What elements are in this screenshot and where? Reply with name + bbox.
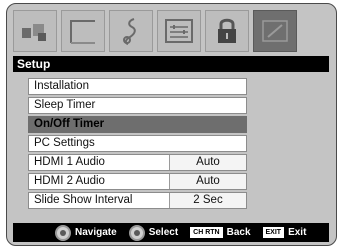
menu-item-on-off-timer[interactable]: On/Off Timer	[28, 116, 247, 133]
menu-icon-bar	[13, 10, 301, 52]
footer-help-bar: Navigate Select CH RTN Back EXIT Exit	[13, 223, 329, 242]
menu-item-label: HDMI 2 Audio	[34, 175, 105, 187]
back-hint: CH RTN Back	[190, 227, 251, 238]
navigate-hint: Navigate	[55, 224, 117, 241]
picture-icon[interactable]	[13, 10, 57, 52]
menu-item-label: HDMI 1 Audio	[34, 156, 105, 168]
exit-hint: EXIT Exit	[262, 227, 307, 238]
menu-item-hdmi-1-audio[interactable]: HDMI 1 Audio Auto	[28, 154, 247, 171]
menu-item-slide-show-interval[interactable]: Slide Show Interval 2 Sec	[28, 192, 247, 209]
menu-item-label: Slide Show Interval	[34, 194, 133, 206]
display-icon[interactable]	[61, 10, 105, 52]
navigate-dpad-icon	[55, 224, 71, 241]
navigate-label: Navigate	[75, 227, 117, 238]
select-label: Select	[148, 227, 179, 238]
menu-item-label: On/Off Timer	[34, 118, 105, 130]
menu-item-value[interactable]: Auto	[170, 155, 246, 170]
menu-item-label: Installation	[34, 80, 89, 92]
menu-item-value[interactable]: 2 Sec	[170, 193, 246, 208]
menu-item-sleep-timer[interactable]: Sleep Timer	[28, 97, 247, 114]
music-note-icon[interactable]	[109, 10, 153, 52]
select-hint: Select	[128, 224, 179, 241]
select-button-icon	[128, 224, 145, 241]
menu-item-label: Sleep Timer	[34, 99, 96, 111]
menu-item-pc-settings[interactable]: PC Settings	[28, 135, 247, 152]
menu-item-hdmi-2-audio[interactable]: HDMI 2 Audio Auto	[28, 173, 247, 190]
setup-icon[interactable]	[253, 10, 297, 52]
menu-item-label: PC Settings	[34, 137, 95, 149]
ch-rtn-key-icon: CH RTN	[190, 227, 223, 238]
menu-item-value[interactable]: Auto	[170, 174, 246, 189]
back-label: Back	[226, 227, 251, 238]
exit-label: Exit	[288, 227, 307, 238]
setup-menu-panel: Setup Installation Sleep Timer On/Off Ti…	[6, 3, 337, 246]
lock-icon[interactable]	[205, 10, 249, 52]
setup-menu-list: Installation Sleep Timer On/Off Timer PC…	[28, 78, 247, 211]
settings-panel-icon[interactable]	[157, 10, 201, 52]
menu-item-installation[interactable]: Installation	[28, 78, 247, 95]
exit-key-icon: EXIT	[262, 227, 285, 238]
menu-title: Setup	[13, 56, 329, 72]
